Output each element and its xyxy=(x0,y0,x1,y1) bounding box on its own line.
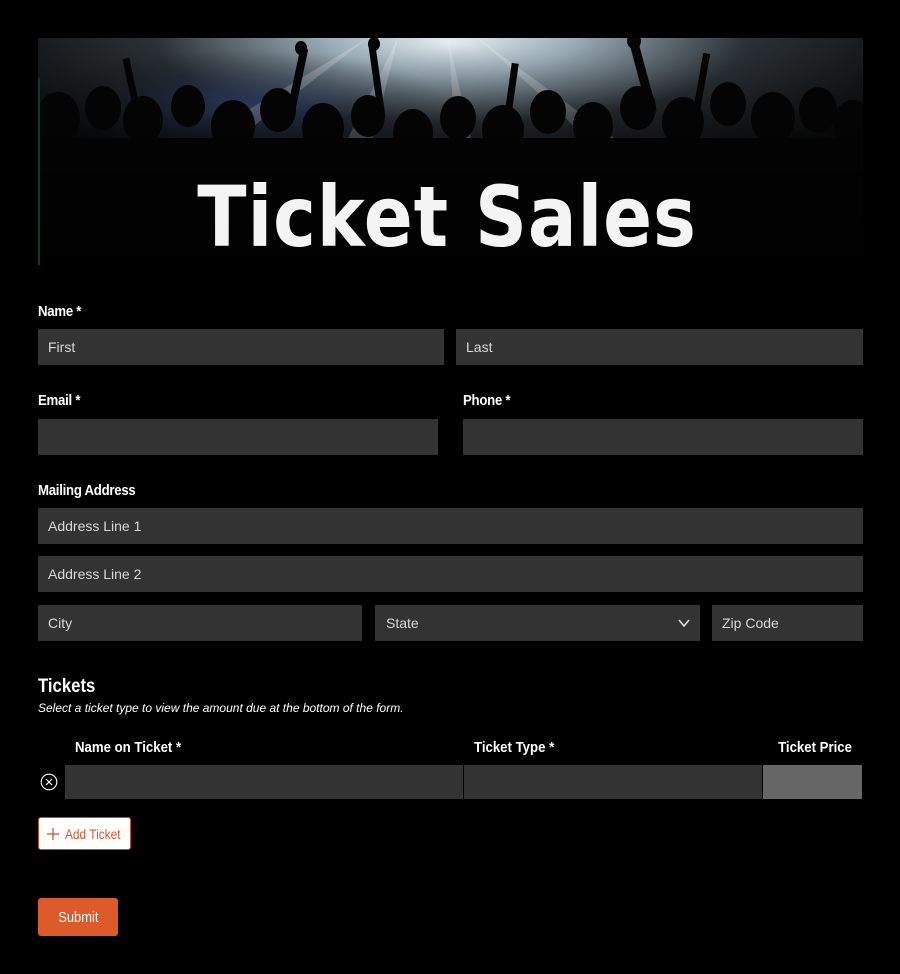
state-select-value: State xyxy=(386,615,419,631)
banner-edge xyxy=(38,78,40,265)
add-ticket-button[interactable]: Add Ticket xyxy=(38,817,131,850)
email-input[interactable] xyxy=(38,419,438,455)
address-line1-input[interactable] xyxy=(38,508,863,544)
email-label-text: Email xyxy=(38,392,72,409)
submit-label: Submit xyxy=(57,908,99,926)
required-mark: * xyxy=(75,392,81,409)
required-mark: * xyxy=(176,739,182,756)
phone-label-text: Phone xyxy=(463,392,503,409)
address-line2-input[interactable] xyxy=(38,556,863,592)
submit-button[interactable]: Submit xyxy=(38,898,118,936)
column-header-ticket-price: Ticket Price xyxy=(778,739,852,756)
chevron-down-icon xyxy=(678,619,690,628)
city-input[interactable] xyxy=(38,605,362,641)
ticket-row-type-select[interactable] xyxy=(464,765,762,799)
column-header-name-on-ticket: Name on Ticket * xyxy=(75,739,181,756)
circle-x-icon[interactable] xyxy=(40,773,58,791)
header-banner: Ticket Sales xyxy=(38,38,863,265)
required-mark: * xyxy=(76,303,82,320)
ticket-row-price-cell xyxy=(763,765,862,799)
phone-input[interactable] xyxy=(463,419,863,455)
add-ticket-label: Add Ticket xyxy=(64,825,121,842)
state-select[interactable]: State xyxy=(375,605,700,641)
tickets-title: Tickets xyxy=(38,676,96,697)
email-label: Email * xyxy=(38,392,80,409)
tickets-help-text: Select a ticket type to view the amount … xyxy=(38,701,404,715)
name-label-text: Name xyxy=(38,303,73,320)
required-mark: * xyxy=(505,392,511,409)
name-label: Name * xyxy=(38,303,81,320)
zip-code-input[interactable] xyxy=(712,605,863,641)
phone-label: Phone * xyxy=(463,392,511,409)
required-mark: * xyxy=(549,739,555,756)
mailing-address-label: Mailing Address xyxy=(38,482,136,499)
plus-icon xyxy=(46,827,59,840)
first-name-input[interactable] xyxy=(38,329,444,365)
last-name-input[interactable] xyxy=(456,329,863,365)
column-header-ticket-type: Ticket Type * xyxy=(474,739,554,756)
column-header-type-text: Ticket Type xyxy=(474,739,546,756)
ticket-row-name-input[interactable] xyxy=(65,765,463,799)
column-header-name-text: Name on Ticket xyxy=(75,739,173,756)
banner-title: Ticket Sales xyxy=(197,168,697,265)
